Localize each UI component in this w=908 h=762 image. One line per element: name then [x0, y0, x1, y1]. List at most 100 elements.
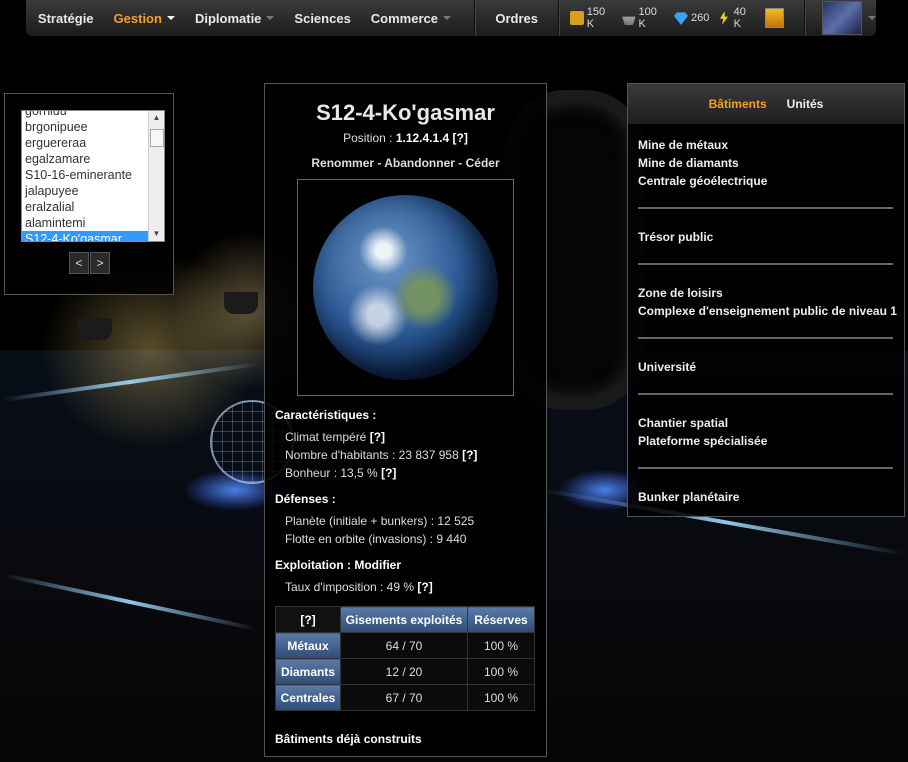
lamp-icon	[78, 318, 112, 340]
planet-image	[313, 195, 498, 380]
planet-defense-line: Planète (initiale + bunkers) : 12 525	[285, 514, 475, 528]
row-header: Diamants	[275, 658, 341, 685]
list-item[interactable]: erguereraa	[22, 135, 164, 151]
help-link[interactable]: [?]	[462, 448, 477, 462]
divider	[638, 207, 893, 209]
table-row: Métaux 64 / 70 100 %	[275, 632, 535, 659]
tab-units[interactable]: Unités	[787, 97, 824, 111]
nav-commerce[interactable]: Commerce	[361, 11, 461, 26]
list-item[interactable]: eralzalial	[22, 199, 164, 215]
help-link[interactable]: [?]	[453, 131, 468, 145]
defenses-heading: Défenses :	[275, 492, 336, 506]
building-item[interactable]: Zone de loisirs	[638, 286, 723, 300]
built-buildings-heading: Bâtiments déjà construits	[275, 732, 422, 746]
ship-resource-icon	[622, 16, 636, 25]
help-link[interactable]: [?]	[381, 466, 396, 480]
list-item-selected[interactable]: S12-4-Ko'gasmar	[22, 231, 164, 241]
resource-energy: 40 K	[717, 6, 755, 30]
nav-ordres[interactable]: Ordres	[475, 11, 558, 26]
planet-detail-panel: S12-4-Ko'gasmar Position : 1.12.4.1.4 [?…	[264, 83, 547, 757]
table-row: Diamants 12 / 20 100 %	[275, 658, 535, 685]
reserves-cell: 100 %	[467, 684, 535, 711]
energy-resource-icon	[719, 11, 728, 25]
reserves-cell: 100 %	[467, 632, 535, 659]
nav-diplomatie[interactable]: Diplomatie	[185, 11, 284, 26]
chevron-down-icon	[266, 16, 275, 20]
modify-link[interactable]: Modifier	[354, 558, 401, 572]
list-item[interactable]: gornluu	[22, 111, 164, 119]
planet-title: S12-4-Ko'gasmar	[316, 100, 495, 125]
chevron-down-icon[interactable]	[868, 16, 877, 20]
list-item[interactable]: alamintemi	[22, 215, 164, 231]
resource-diamonds: 260	[673, 11, 709, 25]
help-link[interactable]: [?]	[370, 430, 385, 444]
top-nav-bar: Stratégie Gestion Diplomatie Sciences Co…	[26, 0, 877, 36]
planet-image-frame	[297, 179, 514, 396]
col-exploited-header: Gisements exploités	[340, 606, 468, 633]
table-help-header[interactable]: [?]	[275, 606, 341, 633]
building-item[interactable]: Complexe d'enseignement public de niveau…	[638, 304, 897, 318]
divider	[638, 393, 893, 395]
help-link[interactable]: [?]	[417, 580, 432, 594]
next-planet-button[interactable]: >	[90, 252, 110, 274]
building-item[interactable]: Plateforme spécialisée	[638, 434, 767, 448]
nav-strategie[interactable]: Stratégie	[28, 11, 104, 26]
divider	[638, 337, 893, 339]
scroll-thumb[interactable]	[150, 129, 164, 147]
planet-position: Position : 1.12.4.1.4 [?]	[343, 131, 468, 145]
col-reserves-header: Réserves	[467, 606, 535, 633]
lamp-icon	[224, 292, 258, 314]
building-item[interactable]: Mine de métaux	[638, 138, 728, 152]
exploitation-heading: Exploitation : Modifier	[275, 558, 402, 572]
reserves-cell: 100 %	[467, 658, 535, 685]
nav-sciences[interactable]: Sciences	[284, 11, 360, 26]
table-row: Centrales 67 / 70 100 %	[275, 684, 535, 711]
scroll-up-icon[interactable]: ▲	[149, 111, 164, 125]
building-item[interactable]: Bunker planétaire	[638, 490, 739, 504]
row-header: Centrales	[275, 684, 341, 711]
list-item[interactable]: egalzamare	[22, 151, 164, 167]
previous-planet-button[interactable]: <	[69, 252, 89, 274]
nav-divider	[803, 0, 805, 36]
tax-line: Taux d'imposition : 49 % [?]	[285, 580, 433, 594]
resource-metal: 150 K	[570, 6, 614, 30]
chevron-down-icon	[166, 16, 175, 20]
scroll-down-icon[interactable]: ▼	[149, 227, 164, 241]
cede-link[interactable]: Céder	[466, 156, 500, 170]
exploited-cell: 64 / 70	[340, 632, 468, 659]
planet-listbox[interactable]: gornluu brgonipuee erguereraa egalzamare…	[21, 110, 165, 242]
buildings-panel: Bâtiments Unités Mine de métaux Mine de …	[627, 83, 905, 517]
metal-resource-icon	[570, 11, 584, 25]
exploited-cell: 67 / 70	[340, 684, 468, 711]
list-item[interactable]: jalapuyee	[22, 183, 164, 199]
deposits-table: [?] Gisements exploités Réserves Métaux …	[275, 606, 535, 711]
planet-actions: Renommer - Abandonner - Céder	[311, 156, 500, 170]
building-item[interactable]: Chantier spatial	[638, 416, 728, 430]
happiness-line: Bonheur : 13,5 % [?]	[285, 466, 397, 480]
row-header: Métaux	[275, 632, 341, 659]
chart-stats-icon[interactable]	[765, 8, 785, 28]
list-item[interactable]: brgonipuee	[22, 119, 164, 135]
building-item[interactable]: Université	[638, 360, 696, 374]
list-scrollbar[interactable]: ▲ ▼	[148, 111, 164, 241]
buildings-tabs: Bâtiments Unités	[628, 84, 904, 124]
building-item[interactable]: Centrale géoélectrique	[638, 174, 767, 188]
planet-list-panel: gornluu brgonipuee erguereraa egalzamare…	[4, 93, 174, 295]
rename-link[interactable]: Renommer	[311, 156, 374, 170]
exploited-cell: 12 / 20	[340, 658, 468, 685]
building-item[interactable]: Mine de diamants	[638, 156, 739, 170]
abandon-link[interactable]: Abandonner	[384, 156, 455, 170]
diamond-resource-icon	[673, 12, 688, 25]
nav-gestion[interactable]: Gestion	[104, 11, 185, 26]
tab-buildings[interactable]: Bâtiments	[709, 97, 767, 111]
list-item[interactable]: S10-16-eminerante	[22, 167, 164, 183]
chevron-down-icon	[443, 16, 451, 20]
resource-ships: 100 K	[622, 6, 666, 30]
divider	[638, 467, 893, 469]
avatar[interactable]	[821, 1, 863, 35]
characteristics-heading: Caractéristiques :	[275, 408, 377, 422]
divider	[638, 263, 893, 265]
orbit-fleet-line: Flotte en orbite (invasions) : 9 440	[285, 532, 467, 546]
inhabitants-line: Nombre d'habitants : 23 837 958 [?]	[285, 448, 478, 462]
building-item[interactable]: Trésor public	[638, 230, 713, 244]
